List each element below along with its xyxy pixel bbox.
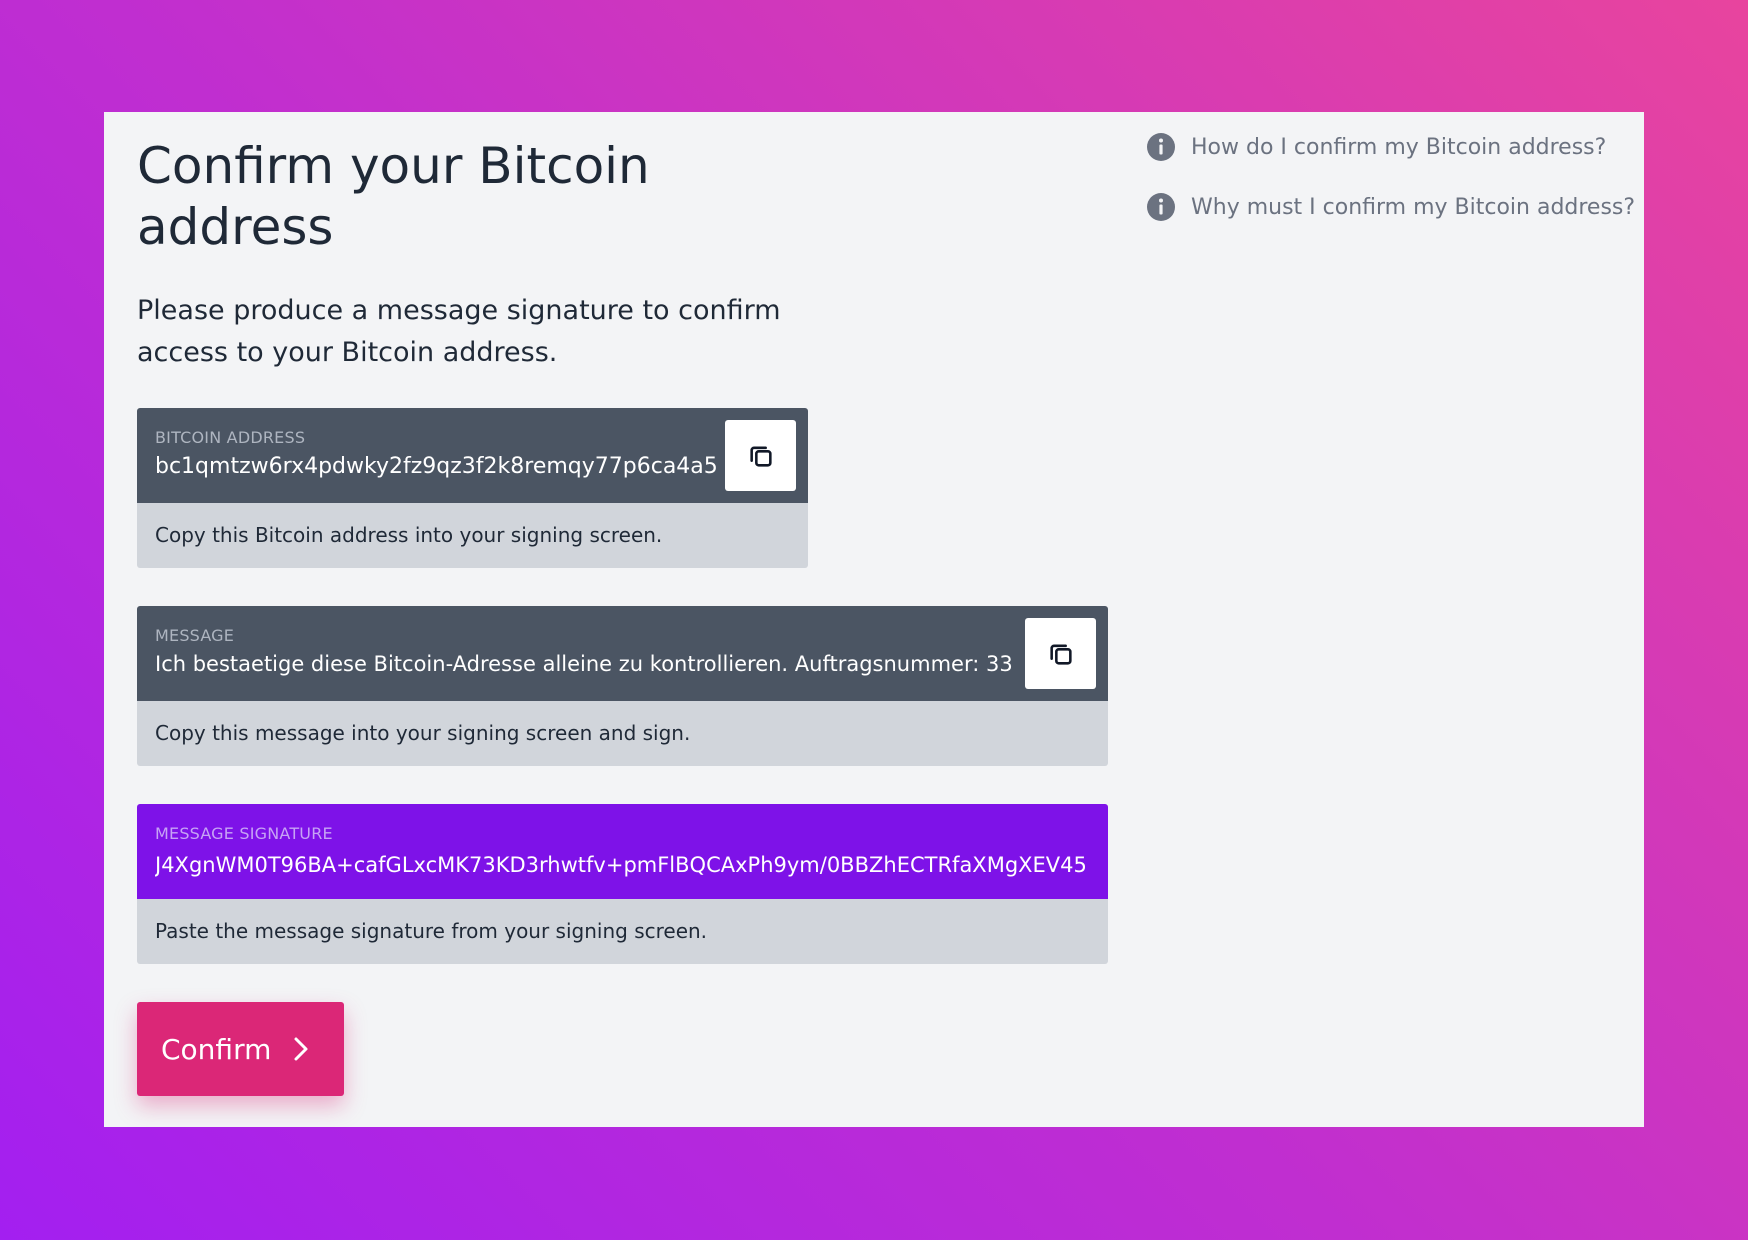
bitcoin-address-label: BITCOIN ADDRESS [155, 428, 306, 447]
help-link-how[interactable]: How do I confirm my Bitcoin address? [1146, 132, 1635, 162]
info-icon [1146, 192, 1176, 222]
help-link-why[interactable]: Why must I confirm my Bitcoin address? [1146, 192, 1635, 222]
copy-message-button[interactable] [1025, 618, 1096, 689]
message-hint-row: Copy this message into your signing scre… [137, 701, 1108, 766]
page-title: Confirm your Bitcoin address [137, 137, 650, 256]
signature-hint-row: Paste the message signature from your si… [137, 899, 1108, 964]
chevron-right-icon [293, 1036, 309, 1062]
info-icon [1146, 132, 1176, 162]
signature-label: MESSAGE SIGNATURE [155, 824, 333, 843]
signature-hint: Paste the message signature from your si… [155, 919, 708, 943]
bitcoin-address-field: BITCOIN ADDRESS bc1qmtzw6rx4pdwky2fz9qz3… [137, 408, 808, 503]
signature-field: MESSAGE SIGNATURE [137, 804, 1108, 899]
signature-card: MESSAGE SIGNATURE Paste the message sign… [137, 804, 1108, 964]
help-link-how-label: How do I confirm my Bitcoin address? [1191, 134, 1607, 160]
help-link-why-label: Why must I confirm my Bitcoin address? [1191, 194, 1636, 220]
copy-icon [1049, 644, 1072, 665]
message-hint: Copy this message into your signing scre… [155, 721, 691, 745]
signature-input[interactable] [155, 848, 1090, 882]
confirm-button-label: Confirm [161, 1032, 272, 1066]
message-field: MESSAGE Ich bestaetige diese Bitcoin-Adr… [137, 606, 1108, 701]
copy-address-button[interactable] [725, 420, 796, 491]
bitcoin-address-value: bc1qmtzw6rx4pdwky2fz9qz3f2k8remqy77p6ca4… [155, 454, 718, 479]
confirm-button[interactable]: Confirm [137, 1002, 344, 1096]
message-value: Ich bestaetige diese Bitcoin-Adresse all… [155, 652, 1013, 676]
intro-text: Please produce a message signature to co… [137, 295, 781, 368]
bitcoin-address-card: BITCOIN ADDRESS bc1qmtzw6rx4pdwky2fz9qz3… [137, 408, 808, 568]
confirm-address-panel: Confirm your Bitcoin address Please prod… [104, 112, 1644, 1127]
copy-icon [749, 446, 772, 467]
bitcoin-address-hint: Copy this Bitcoin address into your sign… [155, 523, 663, 547]
message-label: MESSAGE [155, 626, 235, 645]
bitcoin-address-hint-row: Copy this Bitcoin address into your sign… [137, 503, 808, 568]
message-card: MESSAGE Ich bestaetige diese Bitcoin-Adr… [137, 606, 1108, 766]
help-links: How do I confirm my Bitcoin address? Why… [1146, 132, 1635, 252]
